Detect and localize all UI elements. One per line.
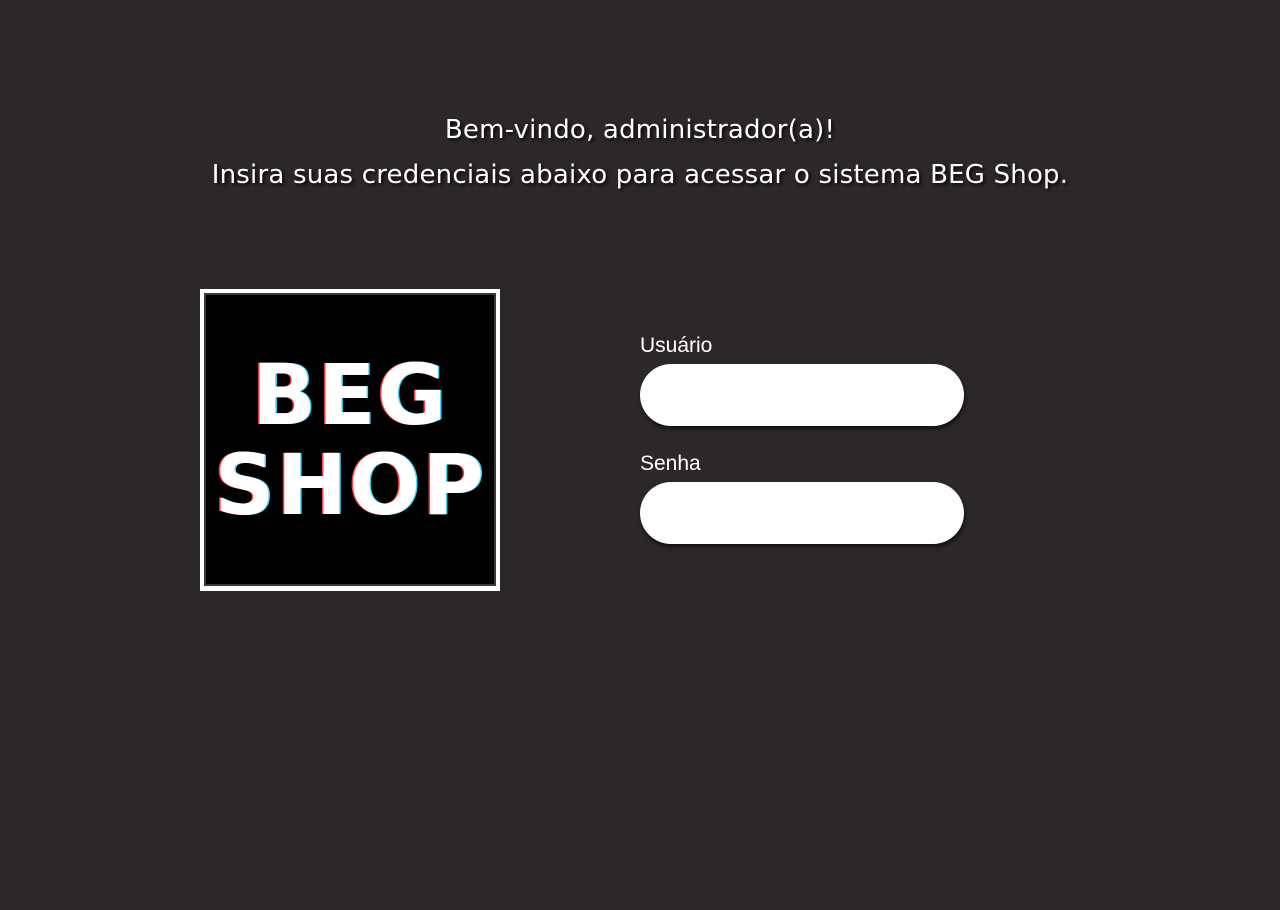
login-form: Usuário Senha [640,333,966,544]
password-field-group: Senha [640,451,966,544]
logo-panel: BEG SHOP [204,293,496,586]
welcome-instructions: Insira suas credenciais abaixo para aces… [211,160,1069,190]
welcome-header: Bem-vindo, administrador(a)! Insira suas… [0,108,1280,198]
logo-text-beg: BEG [251,345,449,444]
username-input[interactable] [640,364,964,426]
password-input[interactable] [640,482,964,544]
username-field-group: Usuário [640,333,966,426]
logo-text-shop: SHOP [214,435,486,534]
password-label: Senha [640,452,701,475]
beg-shop-logo: BEG SHOP [200,289,500,591]
username-label: Usuário [640,334,713,357]
welcome-title: Bem-vindo, administrador(a)! [444,115,836,145]
